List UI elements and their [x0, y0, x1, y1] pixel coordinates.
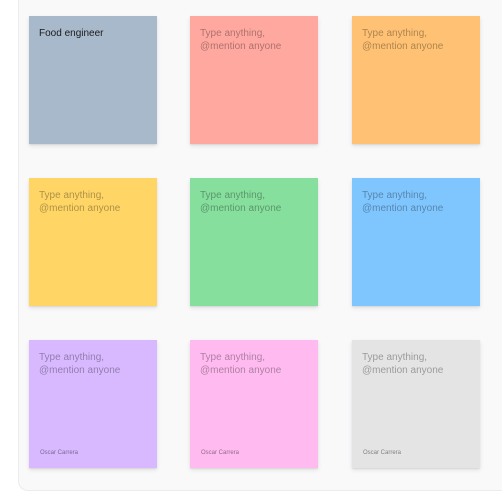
sticky-note[interactable]: Type anything, @mention anyone Oscar Car… — [190, 340, 318, 468]
sticky-note[interactable]: Type anything, @mention anyone Oscar Car… — [29, 340, 157, 468]
sticky-note[interactable]: Type anything, @mention anyone Oscar Car… — [352, 340, 480, 468]
sticky-note-author: Oscar Carrera — [201, 450, 240, 456]
sticky-note-author: Oscar Carrera — [363, 450, 402, 456]
sticky-note[interactable]: Type anything, @mention anyone — [190, 178, 318, 306]
sticky-note-text[interactable]: Type anything, @mention anyone — [39, 351, 147, 377]
sticky-note-text[interactable]: Type anything, @mention anyone — [39, 189, 147, 215]
sticky-note[interactable]: Type anything, @mention anyone — [190, 16, 318, 144]
sticky-notes-board: Food engineer Type anything, @mention an… — [18, 0, 502, 491]
sticky-note-text[interactable]: Type anything, @mention anyone — [200, 351, 308, 377]
sticky-note[interactable]: Type anything, @mention anyone — [352, 16, 480, 144]
sticky-note[interactable]: Type anything, @mention anyone — [29, 178, 157, 306]
sticky-note-text[interactable]: Type anything, @mention anyone — [362, 27, 470, 53]
sticky-note-text[interactable]: Type anything, @mention anyone — [362, 351, 470, 377]
sticky-note-text[interactable]: Type anything, @mention anyone — [200, 189, 308, 215]
sticky-note[interactable]: Food engineer — [29, 16, 157, 144]
sticky-note-author: Oscar Carrera — [40, 450, 79, 456]
sticky-note-text[interactable]: Type anything, @mention anyone — [362, 189, 470, 215]
sticky-note[interactable]: Type anything, @mention anyone — [352, 178, 480, 306]
sticky-note-text[interactable]: Type anything, @mention anyone — [200, 27, 308, 53]
sticky-note-text[interactable]: Food engineer — [39, 27, 147, 40]
